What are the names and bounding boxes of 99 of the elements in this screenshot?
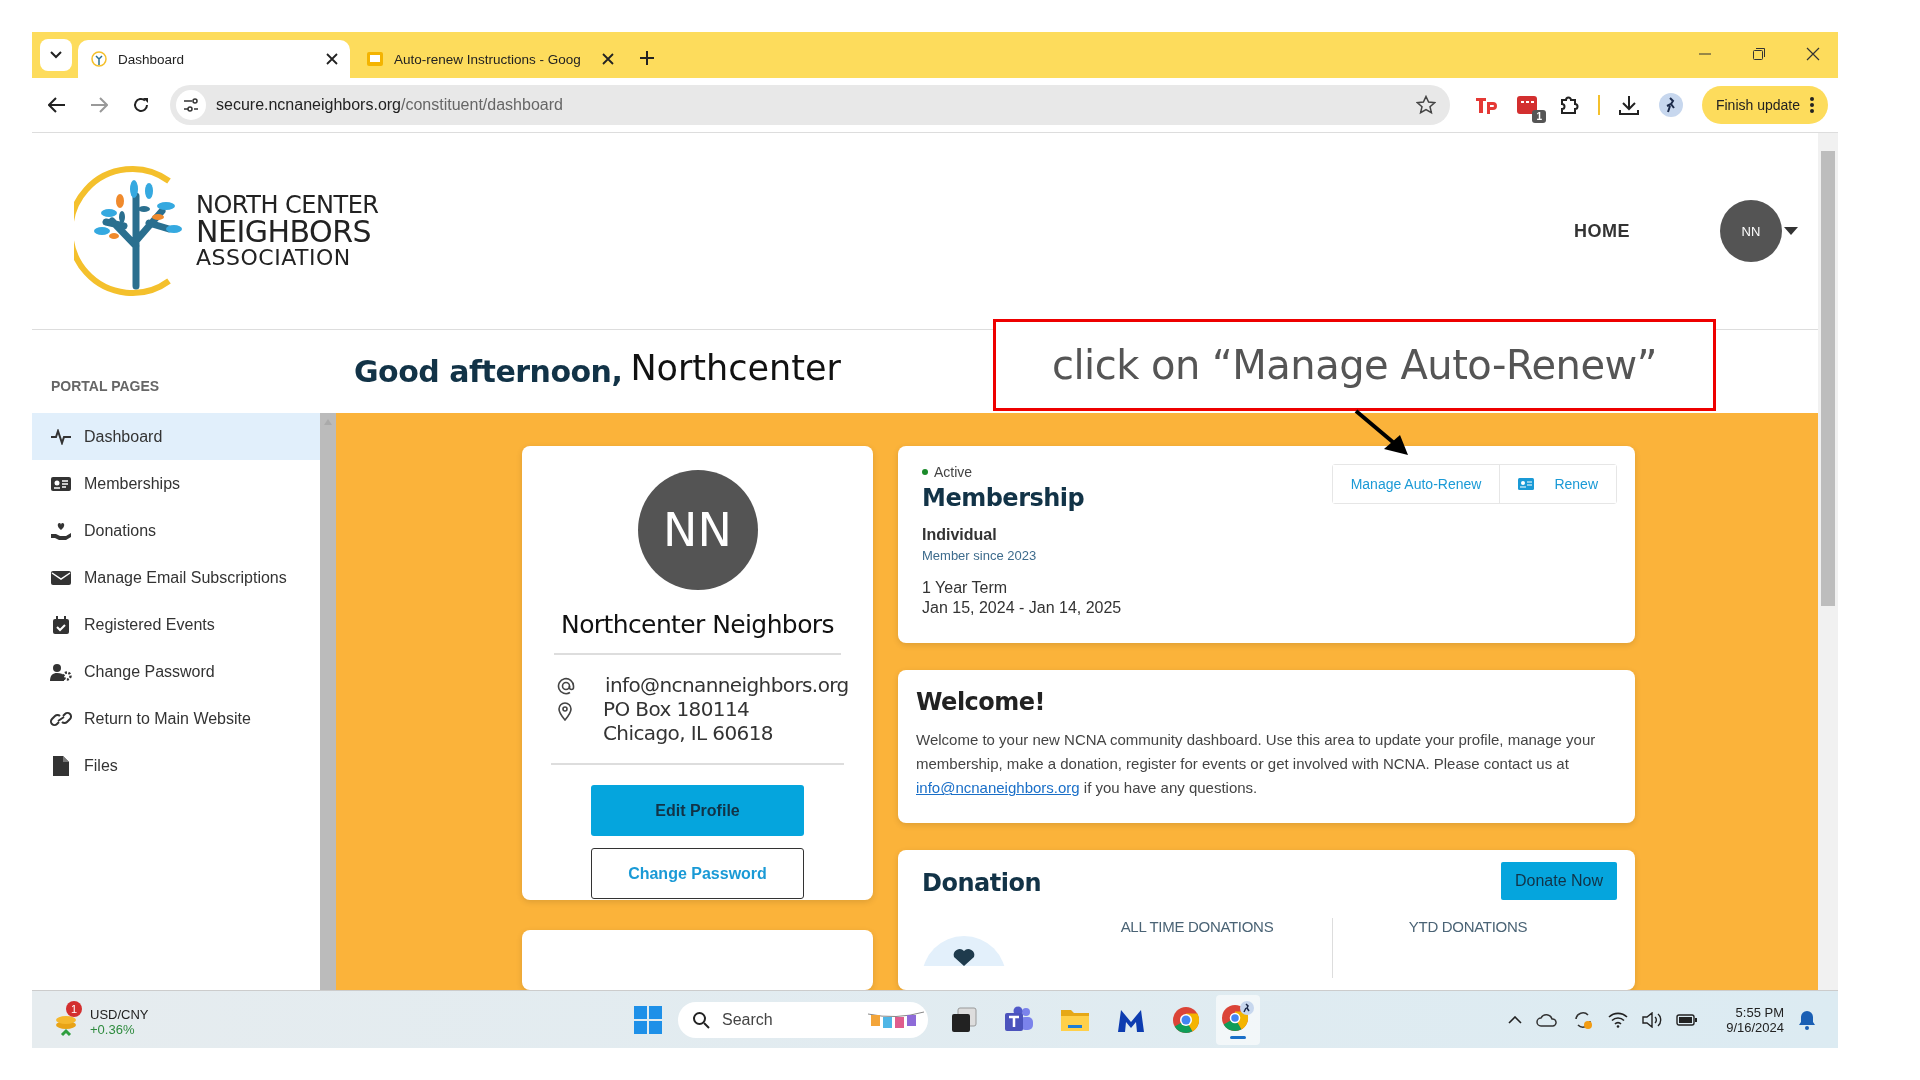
widget-label: USD/CNY — [90, 1006, 149, 1022]
chrome-profile-icon — [1221, 1000, 1255, 1033]
close-icon[interactable] — [1806, 47, 1820, 61]
windows-start-icon[interactable] — [634, 1005, 662, 1034]
calendar-check-icon — [50, 615, 72, 634]
envelope-icon — [50, 569, 72, 586]
profile-name: Northcenter Neighbors — [554, 610, 841, 655]
chevron-down-icon — [50, 51, 62, 59]
sidebar-item[interactable]: Registered Events — [32, 601, 320, 648]
new-tab-icon[interactable] — [640, 51, 654, 65]
email-link[interactable]: info@ncnaneighbors.org — [916, 779, 1080, 797]
greeting-heading: Good afternoon, — [354, 354, 623, 389]
browser-tab[interactable]: Dashboard — [78, 40, 350, 78]
membership-type: Individual — [922, 526, 998, 544]
stock-widget[interactable]: 1 USD/CNY +0.36% — [48, 998, 155, 1041]
donate-now-button[interactable]: Donate Now — [1500, 862, 1617, 900]
logo-text: ASSOCIATION — [196, 247, 352, 269]
member-since-text: Member since 2023 — [922, 548, 1038, 563]
address-text: Chicago, IL 60618 — [603, 721, 773, 745]
hand-heart-icon — [50, 521, 72, 540]
sidebar-item[interactable]: Change Password — [32, 648, 320, 695]
more-icon — [1810, 97, 1814, 113]
forward-icon[interactable] — [90, 97, 108, 113]
status-text: Active — [934, 464, 973, 480]
slides-icon — [366, 51, 384, 67]
stat-label: ALL TIME DONATIONS — [1119, 918, 1275, 935]
sidebar-item[interactable]: Manage Email Subscriptions — [32, 554, 320, 601]
wifi-icon[interactable] — [1608, 1011, 1629, 1028]
site-settings-icon[interactable] — [176, 90, 206, 120]
tab-list-button[interactable] — [40, 39, 72, 71]
profile-icon[interactable] — [1657, 92, 1684, 118]
close-icon[interactable] — [602, 53, 614, 65]
logo-text: NEIGHBORS — [196, 217, 373, 247]
status-dot — [922, 469, 928, 475]
bell-icon[interactable] — [1798, 1009, 1816, 1030]
chevron-up-icon[interactable] — [1508, 1015, 1523, 1024]
file-icon — [50, 755, 72, 776]
cloud-icon[interactable] — [1536, 1012, 1559, 1027]
card-title: Welcome! — [916, 688, 1047, 717]
card-title: Donation — [922, 869, 1041, 897]
back-icon[interactable] — [48, 97, 66, 113]
taskbar-search[interactable]: Search — [678, 1001, 928, 1038]
sidebar-item[interactable]: Donations — [32, 507, 320, 554]
url-text: secure.ncnaneighbors.org/constituent/dashboard — [216, 96, 564, 114]
chrome-icon[interactable] — [1172, 1005, 1200, 1034]
scrollbar[interactable] — [1818, 133, 1838, 990]
logo-text: NORTH CENTER — [196, 193, 379, 217]
sidebar-item[interactable]: Memberships — [32, 460, 320, 507]
scrollbar[interactable] — [320, 413, 336, 990]
tab-title: Dashboard — [118, 51, 186, 67]
download-icon[interactable] — [1617, 94, 1640, 116]
caret-icon[interactable] — [1784, 227, 1798, 235]
finish-update-button[interactable]: Finish update — [1701, 86, 1828, 124]
search-icon — [692, 1010, 710, 1029]
id-card-icon — [50, 475, 72, 492]
link-icon — [50, 710, 72, 727]
address-bar[interactable]: secure.ncnaneighbors.org/constituent/dashboard — [170, 85, 1450, 125]
reload-icon[interactable] — [132, 96, 150, 114]
stat-label: YTD DONATIONS — [1332, 918, 1603, 978]
bookmark-star-icon[interactable] — [1415, 95, 1436, 115]
sidebar-item[interactable]: Dashboard — [32, 413, 320, 460]
bunting-icon — [868, 1009, 924, 1030]
annotation-text: Northcenter — [630, 347, 841, 388]
annotation-arrow — [1354, 409, 1410, 457]
welcome-paragraph: Welcome to your new NCNA community dashboard. Use this area to update your profile, manage your membership, make a donation, register for events or get involved with NCNA. Please contact us at info@ncnaneighbors.org if you have any questions. — [916, 730, 1597, 799]
notification-badge: 1 — [1532, 110, 1546, 123]
clock[interactable]: 5:55 PM 9/16/2024 — [1726, 1004, 1784, 1035]
edit-profile-button[interactable]: Edit Profile — [591, 785, 804, 836]
notification-badge: 1 — [66, 1000, 82, 1017]
user-avatar[interactable]: NN — [1720, 200, 1782, 262]
task-view-icon[interactable] — [950, 1005, 978, 1034]
browser-tab[interactable]: Auto-renew Instructions - Goog — [354, 40, 626, 78]
email-text: info@ncnanneighbors.org — [605, 673, 849, 697]
close-icon[interactable] — [326, 53, 338, 65]
location-pin-icon — [557, 701, 573, 721]
restore-icon[interactable] — [1752, 47, 1766, 61]
home-link[interactable]: HOME — [1574, 220, 1630, 242]
term-text: 1 Year Term — [922, 579, 1009, 597]
battery-icon[interactable] — [1676, 1012, 1699, 1027]
term-dates: Jan 15, 2024 - Jan 14, 2025 — [922, 599, 1123, 617]
teams-icon[interactable] — [1004, 1005, 1034, 1034]
taskbar-app[interactable] — [1216, 994, 1260, 1045]
sidebar-heading: PORTAL PAGES — [50, 377, 161, 396]
profile-avatar: NN — [637, 470, 758, 590]
tab-title: Auto-renew Instructions - Goog — [394, 51, 582, 67]
card-title: Membership — [922, 484, 1085, 512]
tree-icon — [90, 50, 108, 68]
user-gear-icon — [50, 662, 72, 681]
speaker-icon[interactable] — [1642, 1011, 1663, 1028]
tp-extension-icon[interactable] — [1473, 95, 1498, 115]
sidebar-item[interactable]: Files — [32, 742, 320, 789]
annotation-callout: click on “Manage Auto-Renew” — [993, 319, 1716, 411]
id-card-icon — [1518, 478, 1535, 490]
sidebar-item[interactable]: Return to Main Website — [32, 695, 320, 742]
address-text: PO Box 180114 — [603, 697, 751, 721]
logo[interactable]: NORTH CENTER NEIGHBORS ASSOCIATION — [74, 161, 379, 301]
widget-change: +0.36% — [90, 1021, 136, 1037]
at-icon — [557, 677, 575, 695]
pulse-icon — [50, 428, 72, 445]
